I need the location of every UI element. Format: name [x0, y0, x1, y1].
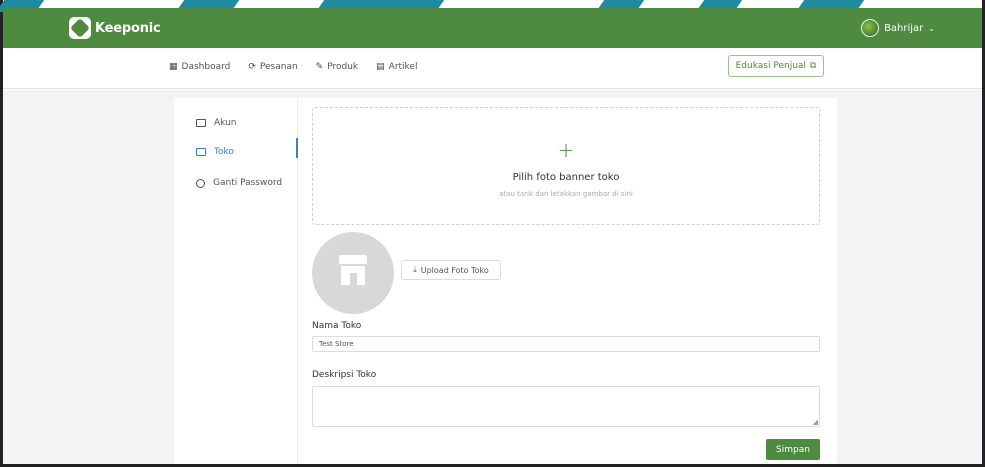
store-name-label: Nama Toko [312, 321, 362, 331]
account-card-icon [196, 119, 206, 127]
nav-item-produk[interactable]: ✎ Produk [316, 62, 358, 72]
nav-item-label: Artikel [388, 62, 418, 72]
store-description-textarea[interactable]: ◢ [312, 386, 820, 427]
nav-item-label: Dashboard [181, 62, 231, 72]
plus-icon: + [557, 138, 575, 162]
sidebar-item-akun[interactable]: Akun [196, 118, 237, 128]
avatar [861, 19, 880, 37]
upload-store-photo-button[interactable]: ⤓ Upload Foto Toko [401, 260, 501, 280]
main-nav: ▦ Dashboard ⟳ Pesanan ✎ Produk ▤ Artikel… [3, 48, 982, 89]
upload-button-label: Upload Foto Toko [420, 265, 489, 275]
page-content: Akun Toko Ganti Password + Pilih foto ba… [3, 90, 982, 464]
store-photo-placeholder [312, 232, 394, 314]
sidebar-item-label: Ganti Password [213, 178, 283, 188]
resize-handle-icon[interactable]: ◢ [813, 418, 818, 426]
banner-subtitle: atau tarik dan letakkan gambar di sini [499, 190, 633, 198]
sidebar-item-label: Toko [214, 147, 234, 157]
user-menu[interactable]: Bahrijar ⌄ [861, 19, 935, 37]
edu-button-label: Edukasi Penjual [735, 61, 806, 71]
dashboard-icon: ▦ [169, 62, 178, 72]
top-bar: Keeponic Bahrijar ⌄ [3, 8, 982, 48]
nav-item-dashboard[interactable]: ▦ Dashboard [169, 62, 230, 72]
nav-item-artikel[interactable]: ▤ Artikel [376, 62, 417, 72]
orders-icon: ⟳ [248, 62, 256, 72]
pencil-icon: ✎ [315, 62, 324, 72]
nav-item-pesanan[interactable]: ⟳ Pesanan [248, 62, 297, 72]
settings-card: Akun Toko Ganti Password + Pilih foto ba… [174, 98, 837, 464]
nav-links: ▦ Dashboard ⟳ Pesanan ✎ Produk ▤ Artikel [169, 62, 417, 72]
brand-logo[interactable]: Keeponic [69, 17, 161, 39]
nav-item-label: Pesanan [259, 62, 298, 72]
save-button[interactable]: Simpan [766, 439, 820, 460]
banner-upload-dropzone[interactable]: + Pilih foto banner toko atau tarik dan … [312, 107, 820, 225]
settings-sidebar: Akun Toko Ganti Password [174, 98, 298, 464]
store-icon [196, 148, 206, 156]
sidebar-item-label: Akun [214, 118, 237, 128]
keeponic-logo-icon [69, 17, 91, 39]
brand-name: Keeponic [95, 20, 161, 36]
store-form: + Pilih foto banner toko atau tarik dan … [312, 98, 837, 464]
password-icon [196, 178, 205, 188]
article-icon: ▤ [376, 62, 385, 72]
banner-title: Pilih foto banner toko [512, 172, 620, 183]
chevron-down-icon: ⌄ [928, 23, 935, 33]
store-description-label: Deskripsi Toko [312, 370, 377, 380]
sidebar-item-ganti-password[interactable]: Ganti Password [196, 178, 282, 188]
external-link-icon: ⧉ [809, 61, 817, 71]
download-icon: ⤓ [413, 265, 417, 274]
storefront-icon [339, 255, 367, 285]
user-name: Bahrijar [884, 22, 924, 34]
edukasi-penjual-button[interactable]: Edukasi Penjual ⧉ [728, 55, 824, 77]
sidebar-item-toko[interactable]: Toko [196, 147, 234, 157]
store-name-input[interactable]: Test Store [312, 336, 820, 352]
active-indicator [296, 138, 298, 158]
nav-item-label: Produk [327, 62, 359, 72]
